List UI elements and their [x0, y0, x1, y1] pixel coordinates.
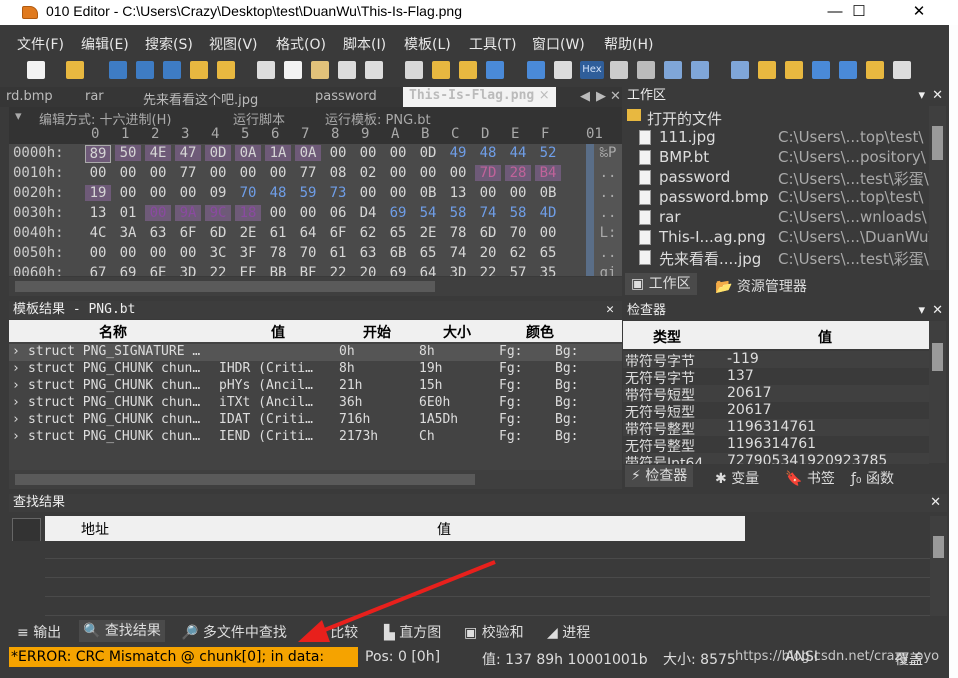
cell-value: 20617 [727, 402, 772, 418]
tab-bookmarks[interactable]: 🔖 书签 [785, 468, 835, 488]
dropdown-icon[interactable]: ▾ [918, 87, 925, 105]
scroll-thumb[interactable] [932, 343, 943, 371]
cell-value: 1196314761 [727, 436, 817, 452]
table-row[interactable]: 无符号字节 137 [623, 368, 929, 387]
inspector-table: 类型 值 带符号字节 -119 无符号字节 137 带符号短型 20617 无符号短型 206… [623, 321, 949, 472]
file-icon [639, 230, 651, 245]
scroll-thumb[interactable] [932, 126, 943, 160]
tab-explorer[interactable]: 📂 资源管理器 [715, 276, 807, 296]
file-path: C:\Users\...test\彩蛋\ [778, 250, 929, 268]
folder-open-icon [627, 109, 641, 121]
dropdown-icon[interactable]: ▾ [918, 302, 925, 320]
arrow-shaft [311, 560, 496, 637]
tab-variables[interactable]: ✱ 变量 [715, 468, 759, 488]
list-item[interactable]: password C:\Users\...test\彩蛋\ [623, 167, 929, 188]
file-icon [639, 190, 651, 205]
workspace-panel-title: 工作区 ▾ ✕ [623, 87, 949, 106]
list-item[interactable]: BMP.bt C:\Users\...pository\ [623, 147, 929, 167]
file-path: C:\Users\...top\test\ [778, 188, 924, 206]
list-item[interactable]: 111.jpg C:\Users\...top\test\ [623, 127, 929, 147]
table-row[interactable]: 带符号短型 20617 [623, 385, 929, 404]
file-name: BMP.bt [659, 148, 710, 166]
open-files-section[interactable]: 打开的文件 [623, 107, 929, 128]
file-icon [639, 250, 651, 265]
workspace-vertical-scrollbar[interactable] [929, 106, 946, 270]
cell-value: -119 [727, 351, 759, 367]
inspector-header: 类型 值 [623, 321, 929, 349]
list-item[interactable]: 先来看看....jpg C:\Users\...test\彩蛋\ [623, 247, 929, 268]
list-item[interactable]: password.bmp C:\Users\...top\test\ [623, 187, 929, 207]
file-path: C:\Users\...\DuanWu\ [778, 228, 934, 246]
table-row[interactable]: 无符号整型 1196314761 [623, 436, 929, 455]
cell-value: 137 [727, 368, 754, 384]
table-row[interactable]: 无符号短型 20617 [623, 402, 929, 421]
inspector-panel-title: 检查器 ▾ ✕ [623, 302, 949, 321]
file-name: 先来看看....jpg [659, 250, 762, 268]
file-path: C:\Users\...test\彩蛋\ [778, 170, 929, 188]
file-path: C:\Users\...wnloads\ [778, 208, 927, 226]
col-value[interactable]: 值 [818, 327, 832, 347]
list-item[interactable]: This-I...ag.png C:\Users\...\DuanWu\ [623, 227, 934, 247]
panel-close-icon[interactable]: ✕ [932, 87, 943, 105]
file-icon [639, 170, 651, 185]
col-type[interactable]: 类型 [653, 327, 681, 347]
inspector-tabs: ⚡ 检查器 ✱ 变量 🔖 书签 ƒ₀ 函数 [623, 464, 949, 490]
tab-functions[interactable]: ƒ₀ 函数 [851, 468, 894, 488]
cell-value: 1196314761 [727, 419, 817, 435]
file-path: C:\Users\...top\test\ [778, 128, 924, 146]
workspace-tree: 打开的文件 111.jpg C:\Users\...top\test\ BMP.bt… [623, 106, 949, 270]
file-name: password.bmp [659, 188, 769, 206]
list-item[interactable]: rar C:\Users\...wnloads\ [623, 207, 929, 227]
workspace-tabs: ▣ 工作区 📂 资源管理器 [623, 272, 949, 297]
inspector-vertical-scrollbar[interactable] [929, 321, 946, 463]
file-path: C:\Users\...pository\ [778, 148, 926, 166]
file-icon [639, 210, 651, 225]
table-row[interactable]: 带符号字节 -119 [623, 351, 929, 370]
cell-value: 20617 [727, 385, 772, 401]
file-name: password [659, 168, 731, 186]
file-name: 111.jpg [659, 128, 716, 146]
arrow-head [298, 620, 330, 642]
file-name: This-I...ag.png [659, 228, 766, 246]
file-icon [639, 130, 651, 145]
tab-workspace[interactable]: ▣ 工作区 [625, 273, 697, 295]
file-name: rar [659, 208, 681, 226]
panel-close-icon[interactable]: ✕ [932, 302, 943, 320]
background-window-edge [949, 25, 958, 678]
tab-inspector[interactable]: ⚡ 检查器 [625, 465, 694, 487]
table-row[interactable]: 带符号整型 1196314761 [623, 419, 929, 438]
file-icon [639, 150, 651, 165]
